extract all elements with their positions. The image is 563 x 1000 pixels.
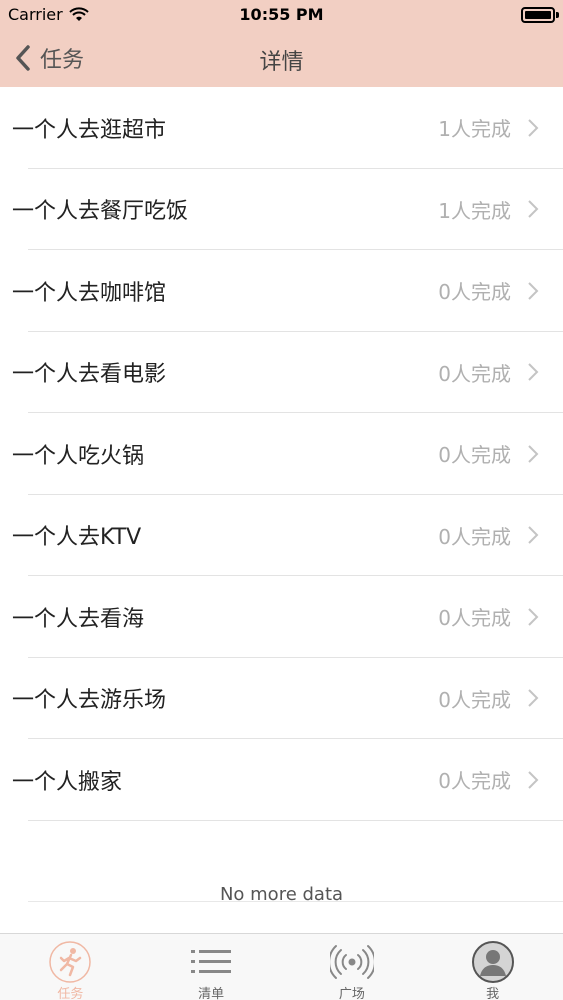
chevron-right-icon: [528, 200, 539, 218]
task-row[interactable]: 一个人去餐厅吃饭 1人完成: [0, 169, 563, 251]
page-title: 详情: [259, 50, 304, 75]
task-name: 一个人去看海: [12, 606, 145, 632]
tab-label: 任务: [57, 987, 84, 1000]
battery-icon: [521, 7, 559, 23]
task-row[interactable]: 一个人去咖啡馆 0人完成: [0, 250, 563, 332]
clock: 10:55 PM: [239, 5, 324, 24]
task-name: 一个人去看电影: [12, 362, 167, 388]
tab-label: 我: [486, 987, 500, 1000]
tab-label: 广场: [338, 987, 365, 1000]
task-row[interactable]: 一个人去看电影 0人完成: [0, 332, 563, 414]
running-person-icon: [49, 941, 92, 983]
tab-label: 清单: [198, 987, 225, 1000]
tab-square[interactable]: 广场: [282, 934, 423, 1000]
chevron-right-icon: [528, 119, 539, 137]
task-list: 一个人去逛超市 1人完成 一个人去餐厅吃饭 1人完成 一个人去咖啡馆 0人完成 …: [0, 87, 563, 821]
task-row[interactable]: 一个人去逛超市 1人完成: [0, 87, 563, 169]
completion-count: 1人完成: [438, 117, 511, 142]
task-name: 一个人去游乐场: [12, 688, 167, 714]
completion-count: 0人完成: [438, 606, 511, 631]
completion-count: 0人完成: [438, 687, 511, 712]
task-row[interactable]: 一个人去KTV 0人完成: [0, 495, 563, 577]
navigation-bar: 任务 详情: [0, 30, 563, 87]
chevron-right-icon: [528, 771, 539, 789]
task-row[interactable]: 一个人吃火锅 0人完成: [0, 413, 563, 495]
chevron-right-icon: [528, 608, 539, 626]
completion-count: 0人完成: [438, 524, 511, 549]
status-bar: Carrier 10:55 PM: [0, 0, 563, 30]
divider: [28, 901, 563, 902]
tab-checklist[interactable]: 清单: [141, 934, 282, 1000]
task-name: 一个人去咖啡馆: [12, 280, 167, 306]
completion-count: 0人完成: [438, 769, 511, 794]
tab-tasks[interactable]: 任务: [0, 934, 141, 1000]
task-row[interactable]: 一个人去游乐场 0人完成: [0, 658, 563, 740]
chevron-right-icon: [528, 445, 539, 463]
task-row[interactable]: 一个人搬家 0人完成: [0, 739, 563, 821]
chevron-right-icon: [528, 689, 539, 707]
chevron-right-icon: [528, 282, 539, 300]
task-row[interactable]: 一个人去看海 0人完成: [0, 576, 563, 658]
tab-bar: 任务 清单 广场 我: [0, 933, 563, 1000]
completion-count: 0人完成: [438, 361, 511, 386]
task-name: 一个人去KTV: [12, 525, 142, 551]
profile-icon: [471, 941, 514, 983]
chevron-right-icon: [528, 363, 539, 381]
completion-count: 1人完成: [438, 198, 511, 223]
chevron-right-icon: [528, 526, 539, 544]
task-name: 一个人去餐厅吃饭: [12, 199, 189, 225]
list-icon: [191, 950, 232, 973]
task-name: 一个人去逛超市: [12, 117, 167, 143]
tab-me[interactable]: 我: [422, 934, 563, 1000]
completion-count: 0人完成: [438, 443, 511, 468]
completion-count: 0人完成: [438, 280, 511, 305]
broadcast-icon: [329, 945, 374, 979]
task-name: 一个人吃火锅: [12, 443, 145, 469]
task-name: 一个人搬家: [12, 769, 123, 795]
